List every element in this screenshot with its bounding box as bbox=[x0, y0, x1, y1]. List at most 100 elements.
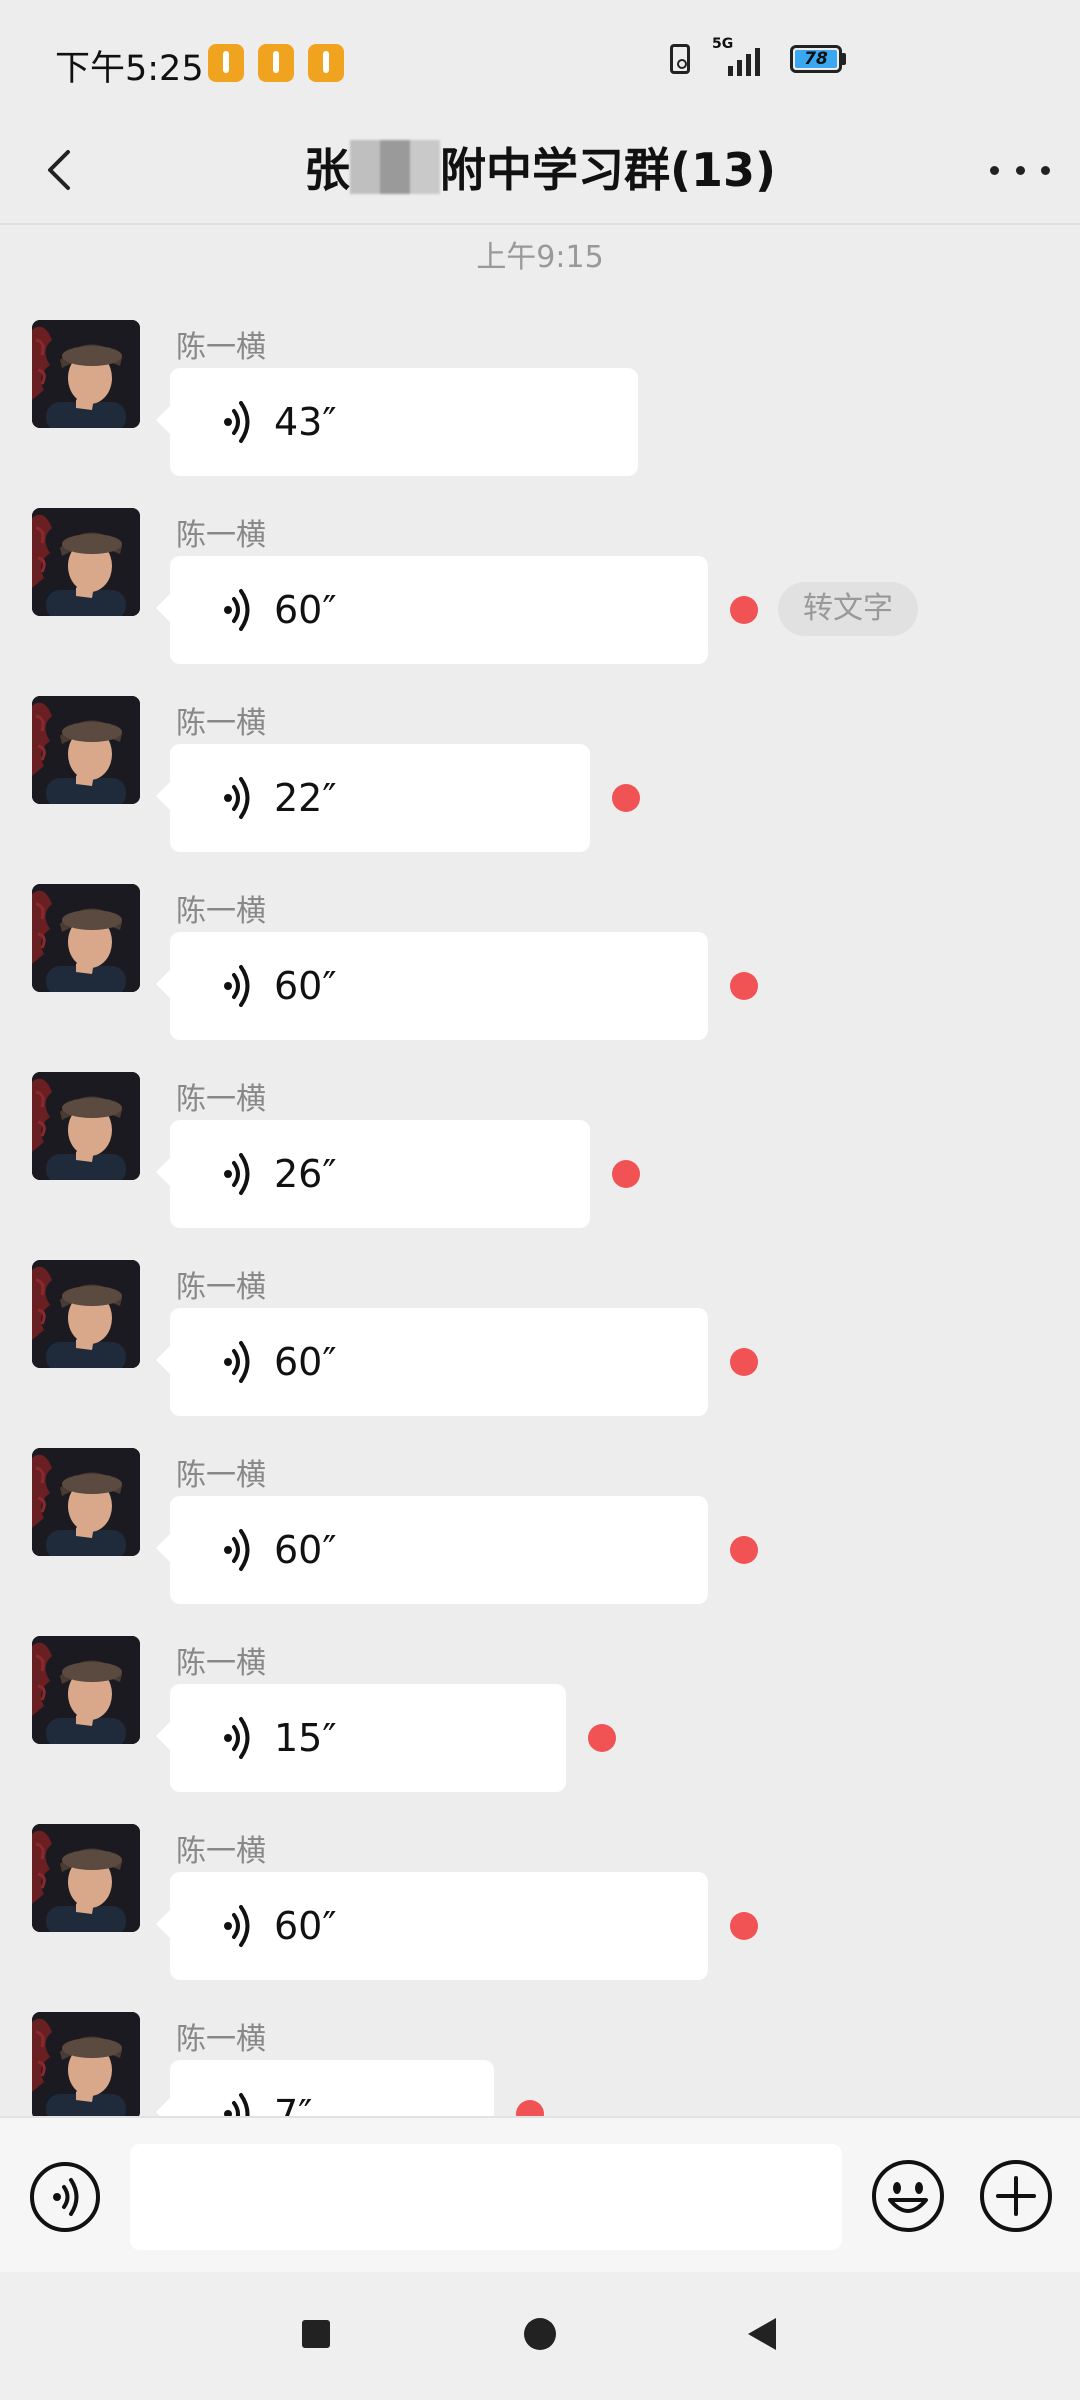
voice-message-bubble[interactable]: 7″ bbox=[156, 2060, 494, 2116]
voice-duration: 60″ bbox=[274, 588, 337, 632]
status-indicators: 5G 78 bbox=[670, 36, 846, 76]
voice-message-bubble[interactable]: 60″ bbox=[156, 1872, 708, 1980]
voice-wave-icon bbox=[214, 587, 254, 633]
message-row: 陈一横 43″ bbox=[0, 320, 1080, 508]
unread-dot bbox=[588, 1724, 616, 1752]
message-row: 陈一横 7″ bbox=[0, 2012, 1080, 2116]
status-bar: 下午5:25 5G 78 bbox=[0, 0, 1080, 120]
unread-dot bbox=[730, 1536, 758, 1564]
sender-name: 陈一横 bbox=[176, 1646, 266, 1681]
message-row: 陈一横 60″ bbox=[0, 1448, 1080, 1636]
voice-duration: 60″ bbox=[274, 1528, 337, 1572]
voice-duration: 60″ bbox=[274, 1904, 337, 1948]
chat-title: 张 附中学习群(13) bbox=[0, 134, 1080, 200]
sender-name: 陈一横 bbox=[176, 330, 266, 365]
sender-name: 陈一横 bbox=[176, 1458, 266, 1493]
sender-name: 陈一横 bbox=[176, 1270, 266, 1305]
avatar[interactable] bbox=[32, 320, 140, 428]
avatar[interactable] bbox=[32, 884, 140, 992]
avatar[interactable] bbox=[32, 2012, 140, 2116]
voice-wave-icon bbox=[214, 2091, 254, 2116]
notification-badge-icon bbox=[208, 44, 244, 82]
convert-to-text-button[interactable]: 转文字 bbox=[778, 582, 918, 636]
voice-message-bubble[interactable]: 60″ bbox=[156, 556, 708, 664]
message-row: 陈一横 15″ bbox=[0, 1636, 1080, 1824]
home-button[interactable] bbox=[524, 2318, 556, 2350]
unread-dot bbox=[516, 2100, 544, 2116]
notification-badge-icon bbox=[308, 44, 344, 82]
voice-message-bubble[interactable]: 60″ bbox=[156, 932, 708, 1040]
voice-duration: 43″ bbox=[274, 400, 337, 444]
voice-duration: 22″ bbox=[274, 776, 337, 820]
message-row: 陈一横 60″ bbox=[0, 1824, 1080, 2012]
voice-wave-icon bbox=[214, 399, 254, 445]
sender-name: 陈一横 bbox=[176, 1082, 266, 1117]
more-actions-button[interactable] bbox=[978, 2158, 1054, 2234]
sender-name: 陈一横 bbox=[176, 706, 266, 741]
voice-message-bubble[interactable]: 22″ bbox=[156, 744, 590, 852]
voice-duration: 26″ bbox=[274, 1152, 337, 1196]
unread-dot bbox=[730, 596, 758, 624]
voice-wave-icon bbox=[214, 963, 254, 1009]
avatar[interactable] bbox=[32, 696, 140, 804]
voice-wave-icon bbox=[214, 1151, 254, 1197]
message-timestamp: 上午9:15 bbox=[476, 240, 604, 275]
sender-name: 陈一横 bbox=[176, 518, 266, 553]
avatar[interactable] bbox=[32, 1448, 140, 1556]
voice-input-button[interactable] bbox=[28, 2160, 102, 2234]
voice-wave-icon bbox=[214, 1339, 254, 1385]
battery-level: 78 bbox=[795, 50, 837, 68]
voice-duration: 15″ bbox=[274, 1716, 337, 1760]
notification-badge-icon bbox=[258, 44, 294, 82]
unread-dot bbox=[612, 1160, 640, 1188]
chat-title-prefix: 张 bbox=[303, 143, 350, 197]
message-row: 陈一横 60″ bbox=[0, 1260, 1080, 1448]
voice-duration: 60″ bbox=[274, 1340, 337, 1384]
unread-dot bbox=[730, 1348, 758, 1376]
voice-wave-icon bbox=[214, 1527, 254, 1573]
emoji-icon bbox=[872, 2160, 944, 2232]
sender-name: 陈一横 bbox=[176, 2022, 266, 2057]
message-row: 陈一横 60″ 转文字 bbox=[0, 508, 1080, 696]
avatar[interactable] bbox=[32, 1072, 140, 1180]
avatar[interactable] bbox=[32, 1824, 140, 1932]
chat-title-suffix: 附中学习群(13) bbox=[439, 143, 777, 197]
chat-header: 张 附中学习群(13) bbox=[0, 120, 1080, 225]
message-list[interactable]: 上午9:15 陈一横 43″ 陈一横 60″ 转文字 陈一横 22″ 陈一横 6… bbox=[0, 226, 1080, 2116]
more-dots-icon bbox=[990, 165, 999, 175]
message-input[interactable] bbox=[130, 2144, 842, 2250]
message-row: 陈一横 22″ bbox=[0, 696, 1080, 884]
signal-icon: 5G bbox=[708, 36, 772, 76]
voice-message-bubble[interactable]: 60″ bbox=[156, 1308, 708, 1416]
unread-dot bbox=[730, 1912, 758, 1940]
more-button[interactable] bbox=[990, 150, 1050, 190]
avatar[interactable] bbox=[32, 1636, 140, 1744]
voice-message-bubble[interactable]: 60″ bbox=[156, 1496, 708, 1604]
unread-dot bbox=[612, 784, 640, 812]
battery-icon: 78 bbox=[790, 45, 846, 73]
voice-wave-icon bbox=[30, 2162, 100, 2232]
voice-message-bubble[interactable]: 15″ bbox=[156, 1684, 566, 1792]
input-bar bbox=[0, 2116, 1080, 2272]
message-row: 陈一横 60″ bbox=[0, 884, 1080, 1072]
status-time: 下午5:25 bbox=[55, 49, 204, 89]
voice-wave-icon bbox=[214, 775, 254, 821]
plus-icon bbox=[980, 2160, 1052, 2232]
voice-wave-icon bbox=[214, 1903, 254, 1949]
avatar[interactable] bbox=[32, 1260, 140, 1368]
system-nav-bar bbox=[0, 2272, 1080, 2400]
voice-duration: 7″ bbox=[274, 2092, 313, 2116]
emoji-button[interactable] bbox=[870, 2158, 946, 2234]
unread-dot bbox=[730, 972, 758, 1000]
sim-icon bbox=[670, 44, 690, 74]
recent-apps-button[interactable] bbox=[302, 2320, 330, 2348]
nav-back-button[interactable] bbox=[748, 2318, 776, 2350]
voice-message-bubble[interactable]: 26″ bbox=[156, 1120, 590, 1228]
sender-name: 陈一横 bbox=[176, 894, 266, 929]
message-row: 陈一横 26″ bbox=[0, 1072, 1080, 1260]
avatar[interactable] bbox=[32, 508, 140, 616]
voice-duration: 60″ bbox=[274, 964, 337, 1008]
sender-name: 陈一横 bbox=[176, 1834, 266, 1869]
voice-wave-icon bbox=[214, 1715, 254, 1761]
voice-message-bubble[interactable]: 43″ bbox=[156, 368, 638, 476]
